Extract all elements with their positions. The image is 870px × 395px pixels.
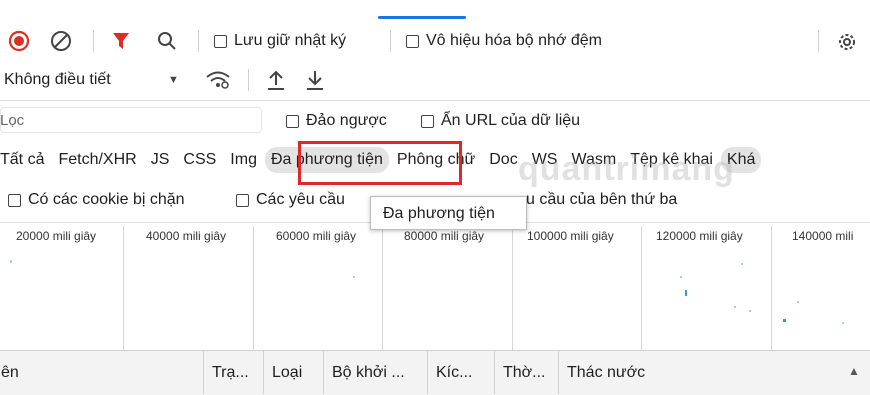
timeline-request-mark (749, 310, 751, 312)
invert-label: Đảo ngược (306, 112, 387, 129)
throttle-select[interactable]: Không điều tiết (4, 71, 111, 89)
hide-data-urls-checkbox[interactable]: Ẩn URL của dữ liệu (421, 112, 580, 130)
filter-placeholder: Lọc (0, 112, 25, 129)
timeline-tick-label: 120000 mili giây (656, 229, 743, 243)
column-header-label: Bộ khởi ... (332, 363, 405, 381)
timeline-request-mark (10, 260, 12, 263)
blocked-cookies-checkbox[interactable]: Có các cookie bị chặn (8, 191, 185, 209)
preserve-log-label: Lưu giữ nhật ký (234, 32, 347, 49)
filter-bar: Lọc Đảo ngược Ẩn URL của dữ liệu (0, 104, 870, 138)
hide-data-urls-box[interactable] (421, 114, 434, 128)
column-header-label: Kíc... (436, 363, 473, 381)
tooltip-text: Đa phương tiện (383, 205, 495, 222)
network-toolbar: Lưu giữ nhật ký Vô hiệu hóa bộ nhớ đệm (0, 22, 870, 60)
timeline-gridline (123, 226, 124, 350)
timeline-tick-label: 40000 mili giây (146, 229, 227, 243)
preserve-log-checkbox[interactable]: Lưu giữ nhật ký (214, 32, 346, 50)
timeline-gridline (641, 226, 642, 350)
timeline-gridline (382, 226, 383, 350)
settings-gear-icon[interactable] (835, 30, 859, 54)
tooltip: Đa phương tiện (370, 196, 527, 230)
third-party-requests-label[interactable]: u cầu của bên thứ ba (526, 191, 677, 209)
network-conditions-wifi-icon[interactable] (205, 68, 231, 90)
timeline-tick-label: 60000 mili giây (276, 229, 357, 243)
type-filter-img[interactable]: Img (224, 147, 263, 173)
timeline-tick-label: 80000 mili giây (404, 229, 485, 243)
preserve-log-box[interactable] (214, 34, 227, 48)
separator (248, 69, 249, 91)
column-header-label: Loại (272, 363, 303, 381)
column-header-type[interactable]: Loại (263, 351, 323, 394)
timeline-gridline (512, 226, 513, 350)
type-filter-fetch-xhr[interactable]: Fetch/XHR (52, 147, 142, 173)
throttle-toolbar: Không điều tiết ▼ (0, 62, 870, 98)
filter-input[interactable]: Lọc (0, 107, 262, 133)
column-header-status[interactable]: Trạ... (203, 351, 263, 394)
timeline-request-mark (797, 301, 799, 303)
column-header-waterfall[interactable]: Thác nước (558, 351, 870, 394)
divider (0, 100, 870, 101)
timeline-gridline (771, 226, 772, 350)
blocked-cookies-label: Có các cookie bị chặn (28, 191, 185, 208)
invert-checkbox[interactable]: Đảo ngược (286, 112, 387, 130)
column-header-size[interactable]: Kíc... (427, 351, 494, 394)
highlight-box (298, 141, 462, 185)
column-header-label: Trạ... (212, 363, 249, 381)
hide-data-urls-label: Ẩn URL của dữ liệu (441, 112, 581, 129)
column-header-name[interactable]: ên (0, 351, 203, 394)
timeline-request-mark (734, 306, 736, 308)
separator (390, 30, 391, 52)
column-header-label: ên (1, 363, 19, 381)
invert-box[interactable] (286, 114, 299, 128)
timeline-tick-label: 20000 mili giây (16, 229, 97, 243)
blocked-requests-checkbox[interactable]: Các yêu cầu (236, 191, 345, 209)
type-filter-css[interactable]: CSS (177, 147, 222, 173)
blocked-requests-label: Các yêu cầu (256, 191, 345, 208)
type-filter-all[interactable]: Tất cả (0, 147, 50, 173)
column-header-label: Thờ... (503, 363, 546, 381)
clear-icon[interactable] (50, 30, 72, 52)
sort-ascending-icon[interactable]: ▲ (848, 364, 860, 378)
export-har-download-icon[interactable] (305, 69, 325, 91)
watermark-logo: quantrimang (518, 150, 735, 188)
timeline-gridline (253, 226, 254, 350)
blocked-requests-box[interactable] (236, 193, 249, 207)
timeline-tick-label: 100000 mili giây (527, 229, 614, 243)
timeline-request-mark (741, 263, 743, 265)
column-header-time[interactable]: Thờ... (494, 351, 558, 394)
separator (198, 30, 199, 52)
active-panel-indicator (378, 16, 466, 19)
separator (93, 30, 94, 52)
timeline-request-mark (685, 290, 687, 296)
disable-cache-label: Vô hiệu hóa bộ nhớ đệm (426, 32, 602, 49)
column-header-label: Thác nước (567, 363, 646, 381)
timeline-request-mark (842, 322, 844, 324)
timeline-request-mark (783, 319, 786, 322)
import-har-upload-icon[interactable] (266, 69, 286, 91)
disable-cache-box[interactable] (406, 34, 419, 48)
timeline-request-mark (353, 276, 355, 278)
stop-recording-icon[interactable] (8, 30, 30, 52)
blocked-cookies-box[interactable] (8, 193, 21, 207)
separator (818, 30, 819, 52)
column-header-initiator[interactable]: Bộ khởi ... (323, 351, 427, 394)
type-filter-js[interactable]: JS (145, 147, 176, 173)
filter-icon[interactable] (110, 30, 132, 52)
timeline-request-mark (680, 276, 682, 278)
chevron-down-icon[interactable]: ▼ (168, 74, 179, 86)
timeline-tick-label: 140000 mili (792, 229, 854, 243)
disable-cache-checkbox[interactable]: Vô hiệu hóa bộ nhớ đệm (406, 32, 602, 50)
search-icon[interactable] (156, 30, 178, 52)
